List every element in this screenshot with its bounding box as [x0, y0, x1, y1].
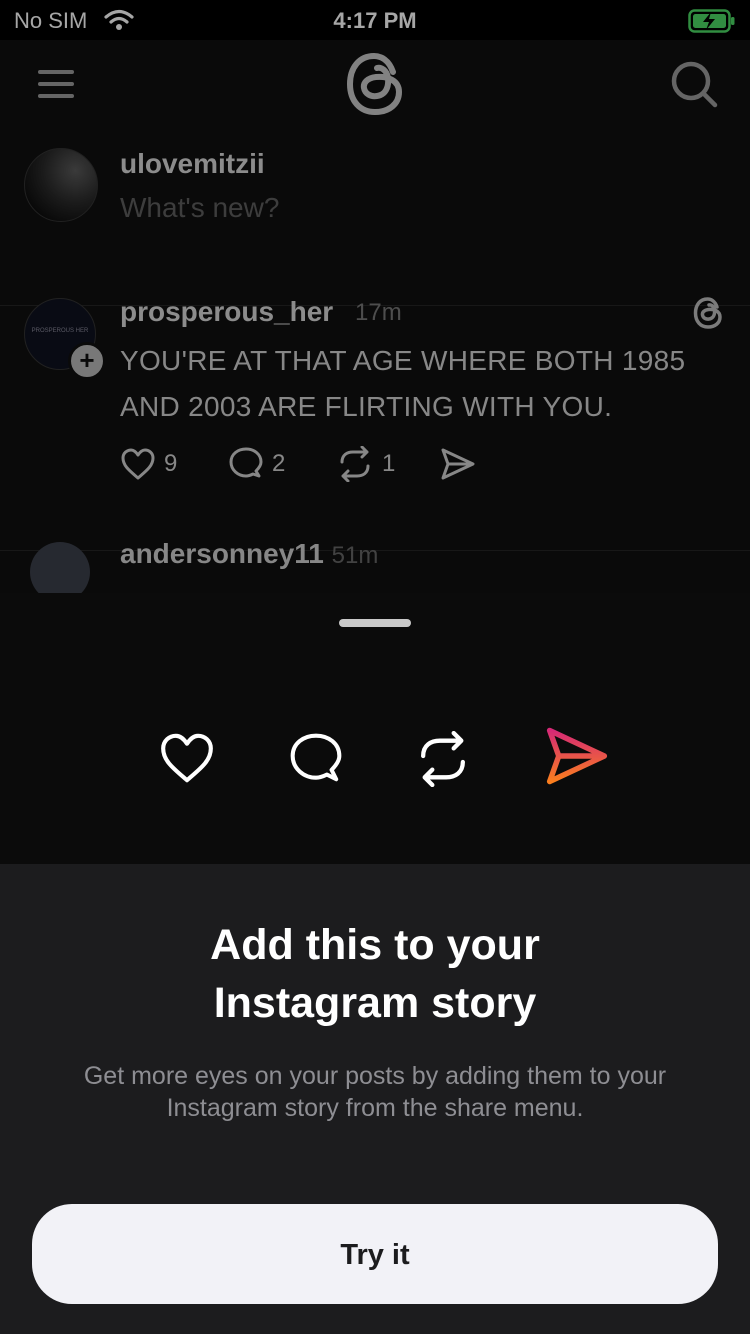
like-button[interactable]: 9 [120, 444, 177, 484]
avatar[interactable] [24, 148, 98, 222]
threads-icon[interactable] [692, 296, 724, 335]
instagram-story-promo: Add this to your Instagram story Get mor… [0, 864, 750, 1334]
promo-description: Get more eyes on your posts by adding th… [83, 1062, 667, 1122]
post-text: YOU'RE AT THAT AGE WHERE BOTH 1985 AND 2… [120, 345, 686, 422]
sheet-grabber[interactable] [339, 619, 411, 627]
clock-time: 4:17 PM [333, 8, 417, 33]
like-count: 9 [164, 450, 178, 477]
repost-icon [340, 446, 370, 482]
share-button[interactable] [440, 444, 476, 484]
share-sheet [0, 593, 750, 864]
comment-icon [229, 447, 263, 478]
send-icon [544, 725, 610, 792]
repost-button[interactable]: 1 [336, 444, 395, 484]
post-timestamp: 17m [355, 299, 402, 326]
comment-icon [288, 731, 344, 792]
follow-plus-icon[interactable]: + [68, 342, 106, 380]
comment-count: 2 [272, 450, 286, 477]
hamburger-icon[interactable] [38, 70, 74, 103]
try-it-button[interactable]: Try it [32, 1204, 718, 1304]
status-bar: No SIM 4:17 PM [0, 0, 750, 40]
repost-count: 1 [382, 450, 396, 477]
battery-charging-icon [688, 9, 736, 39]
heart-icon [158, 731, 216, 790]
promo-title: Add this to your Instagram story [210, 921, 540, 1027]
threads-logo-icon[interactable] [343, 50, 407, 123]
post-username[interactable]: prosperous_her [120, 296, 333, 328]
post-username[interactable]: andersonney11 51m [120, 538, 378, 570]
search-icon[interactable] [670, 60, 718, 113]
heart-icon [121, 448, 155, 480]
compose-input[interactable]: What's new? [120, 192, 279, 224]
repost-icon [414, 730, 472, 792]
send-icon [441, 448, 475, 480]
comment-button[interactable]: 2 [228, 444, 285, 484]
compose-username: ulovemitzii [120, 148, 265, 179]
